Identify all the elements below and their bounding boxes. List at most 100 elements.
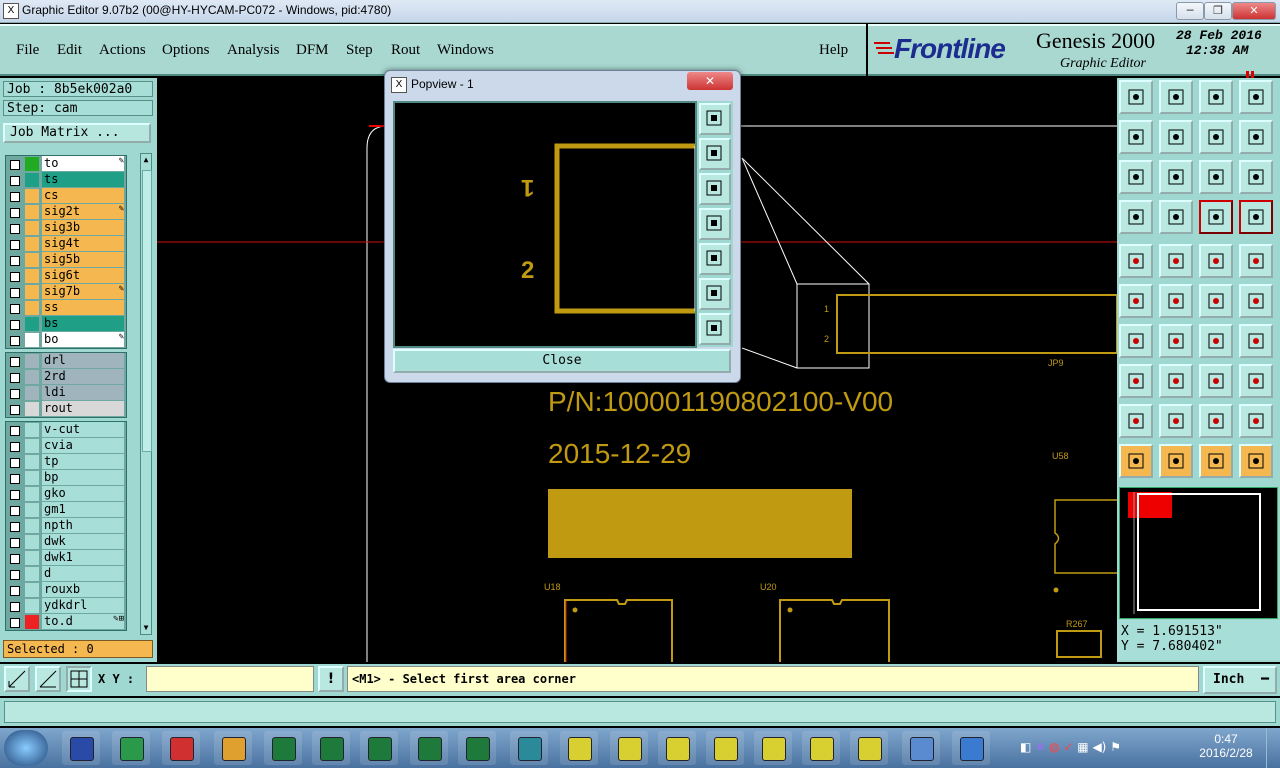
layer-color-swatch[interactable] (25, 567, 39, 581)
layer-row-drl[interactable]: drl (6, 353, 126, 369)
menu-dfm[interactable]: DFM (296, 42, 329, 59)
menu-options[interactable]: Options (162, 42, 210, 59)
layer-name[interactable]: ts (42, 172, 124, 187)
layer-row-sig3b[interactable]: sig3b (6, 220, 126, 236)
layer-row-bo[interactable]: bo ✎ (6, 332, 126, 348)
layer-checkbox[interactable] (10, 288, 20, 298)
polygon-edit-icon[interactable] (1199, 404, 1233, 438)
layer-checkbox[interactable] (10, 586, 20, 596)
help-icon[interactable] (1239, 160, 1273, 194)
menu-edit[interactable]: Edit (57, 42, 82, 59)
midline-icon[interactable] (1159, 364, 1193, 398)
layer-row-sig5b[interactable]: sig5b (6, 252, 126, 268)
layer-checkbox[interactable] (10, 522, 20, 532)
genesis-task-2[interactable] (610, 731, 648, 765)
polygon-move-icon[interactable] (1239, 404, 1273, 438)
layer-row-npth[interactable]: npth (6, 518, 126, 534)
layer-row-sig7b[interactable]: sig7b ✎ (6, 284, 126, 300)
layer-row-ss[interactable]: ss (6, 300, 126, 316)
layer-name[interactable]: sig6t (42, 268, 124, 283)
frontline-app-icon[interactable] (952, 731, 990, 765)
layer-checkbox[interactable] (10, 176, 20, 186)
layer-color-swatch[interactable] (25, 253, 39, 267)
layer-checkbox[interactable] (10, 602, 20, 612)
units-dropdown[interactable]: Inch ━ (1203, 666, 1277, 694)
triangle-icon[interactable] (1119, 404, 1153, 438)
layer-name[interactable]: sig4t (42, 236, 124, 251)
snap-red-icon[interactable] (1199, 200, 1233, 234)
redo-view-icon[interactable] (1239, 120, 1273, 154)
menu-step[interactable]: Step (346, 42, 373, 59)
fit-window-icon[interactable] (1239, 80, 1273, 114)
popview-close-icon[interactable]: ✕ (687, 72, 733, 90)
layer-color-swatch[interactable] (25, 333, 39, 347)
layer-row-ts[interactable]: ts (6, 172, 126, 188)
layer-checkbox[interactable] (10, 490, 20, 500)
start-button[interactable] (4, 730, 48, 766)
layer-row-to.d[interactable]: to.d ✎⊞ (6, 614, 126, 630)
measure-icon[interactable] (1199, 364, 1233, 398)
flip-icon[interactable] (1239, 324, 1273, 358)
popview-pan-right-icon[interactable] (699, 243, 731, 275)
layer-checkbox[interactable] (10, 224, 20, 234)
layer-name[interactable]: sig3b (42, 220, 124, 235)
zoom-up-icon[interactable] (1119, 80, 1153, 114)
scale-1-2-icon[interactable] (1199, 160, 1233, 194)
layer-row-rouxb[interactable]: rouxb (6, 582, 126, 598)
excel-icon-2[interactable] (312, 731, 350, 765)
layer-checkbox[interactable] (10, 357, 20, 367)
layer-color-swatch[interactable] (25, 503, 39, 517)
excel-icon-5[interactable] (458, 731, 496, 765)
layer-checkbox[interactable] (10, 474, 20, 484)
drag-pad-icon[interactable] (1239, 284, 1273, 318)
layer-name[interactable]: v-cut (42, 422, 124, 437)
popview-pan-up-icon[interactable] (699, 138, 731, 170)
layer-checkbox[interactable] (10, 208, 20, 218)
window-close-button[interactable]: ✕ (1232, 2, 1276, 20)
settings-icon[interactable] (1119, 200, 1153, 234)
layer-checkbox[interactable] (10, 405, 20, 415)
layer-name[interactable]: gm1 (42, 502, 124, 517)
g-app-icon[interactable] (162, 731, 200, 765)
layer-color-swatch[interactable] (25, 583, 39, 597)
layer-color-swatch[interactable] (25, 285, 39, 299)
zoom-down-icon[interactable] (1159, 80, 1193, 114)
layer-color-swatch[interactable] (25, 221, 39, 235)
excel-icon-4[interactable] (410, 731, 448, 765)
move-pad-icon[interactable] (1199, 284, 1233, 318)
popview-pan-left-icon[interactable] (699, 208, 731, 240)
genesis-task-7[interactable] (850, 731, 888, 765)
layer-color-swatch[interactable] (25, 471, 39, 485)
scroll-down-icon[interactable]: ▼ (142, 623, 150, 633)
layer-name[interactable]: tp (42, 454, 124, 469)
cross-icon[interactable] (1159, 284, 1193, 318)
select-box-icon[interactable] (1159, 444, 1193, 478)
tray-icon-3[interactable]: ◍ (1049, 740, 1059, 754)
tray-icon-4[interactable]: ✓ (1063, 740, 1073, 754)
layer-name[interactable]: ldi (42, 385, 124, 400)
layer-checkbox[interactable] (10, 538, 20, 548)
layer-name[interactable]: rout (42, 401, 124, 416)
network-icon[interactable]: ▦ (1077, 740, 1088, 754)
text-app-icon[interactable] (902, 731, 940, 765)
layer-name[interactable]: dwk1 (42, 550, 124, 565)
layer-name[interactable]: to (42, 156, 124, 171)
layer-row-ldi[interactable]: ldi (6, 385, 126, 401)
menu-actions[interactable]: Actions (99, 42, 146, 59)
scroll-up-icon[interactable]: ▲ (142, 155, 150, 165)
layer-color-swatch[interactable] (25, 189, 39, 203)
layer-row-sig4t[interactable]: sig4t (6, 236, 126, 252)
layer-checkbox[interactable] (10, 554, 20, 564)
layer-checkbox[interactable] (10, 389, 20, 399)
menu-help[interactable]: Help (819, 42, 848, 59)
layer-name[interactable]: drl (42, 353, 124, 368)
layer-color-swatch[interactable] (25, 519, 39, 533)
tray-icon-2[interactable]: ✕ (1035, 740, 1045, 754)
layer-name[interactable]: cs (42, 188, 124, 203)
layer-name[interactable]: npth (42, 518, 124, 533)
popview-canvas[interactable]: 1 2 (393, 101, 697, 348)
show-desktop-button[interactable] (1266, 728, 1280, 768)
layer-color-swatch[interactable] (25, 599, 39, 613)
eye-app-icon[interactable] (510, 731, 548, 765)
layer-color-swatch[interactable] (25, 269, 39, 283)
